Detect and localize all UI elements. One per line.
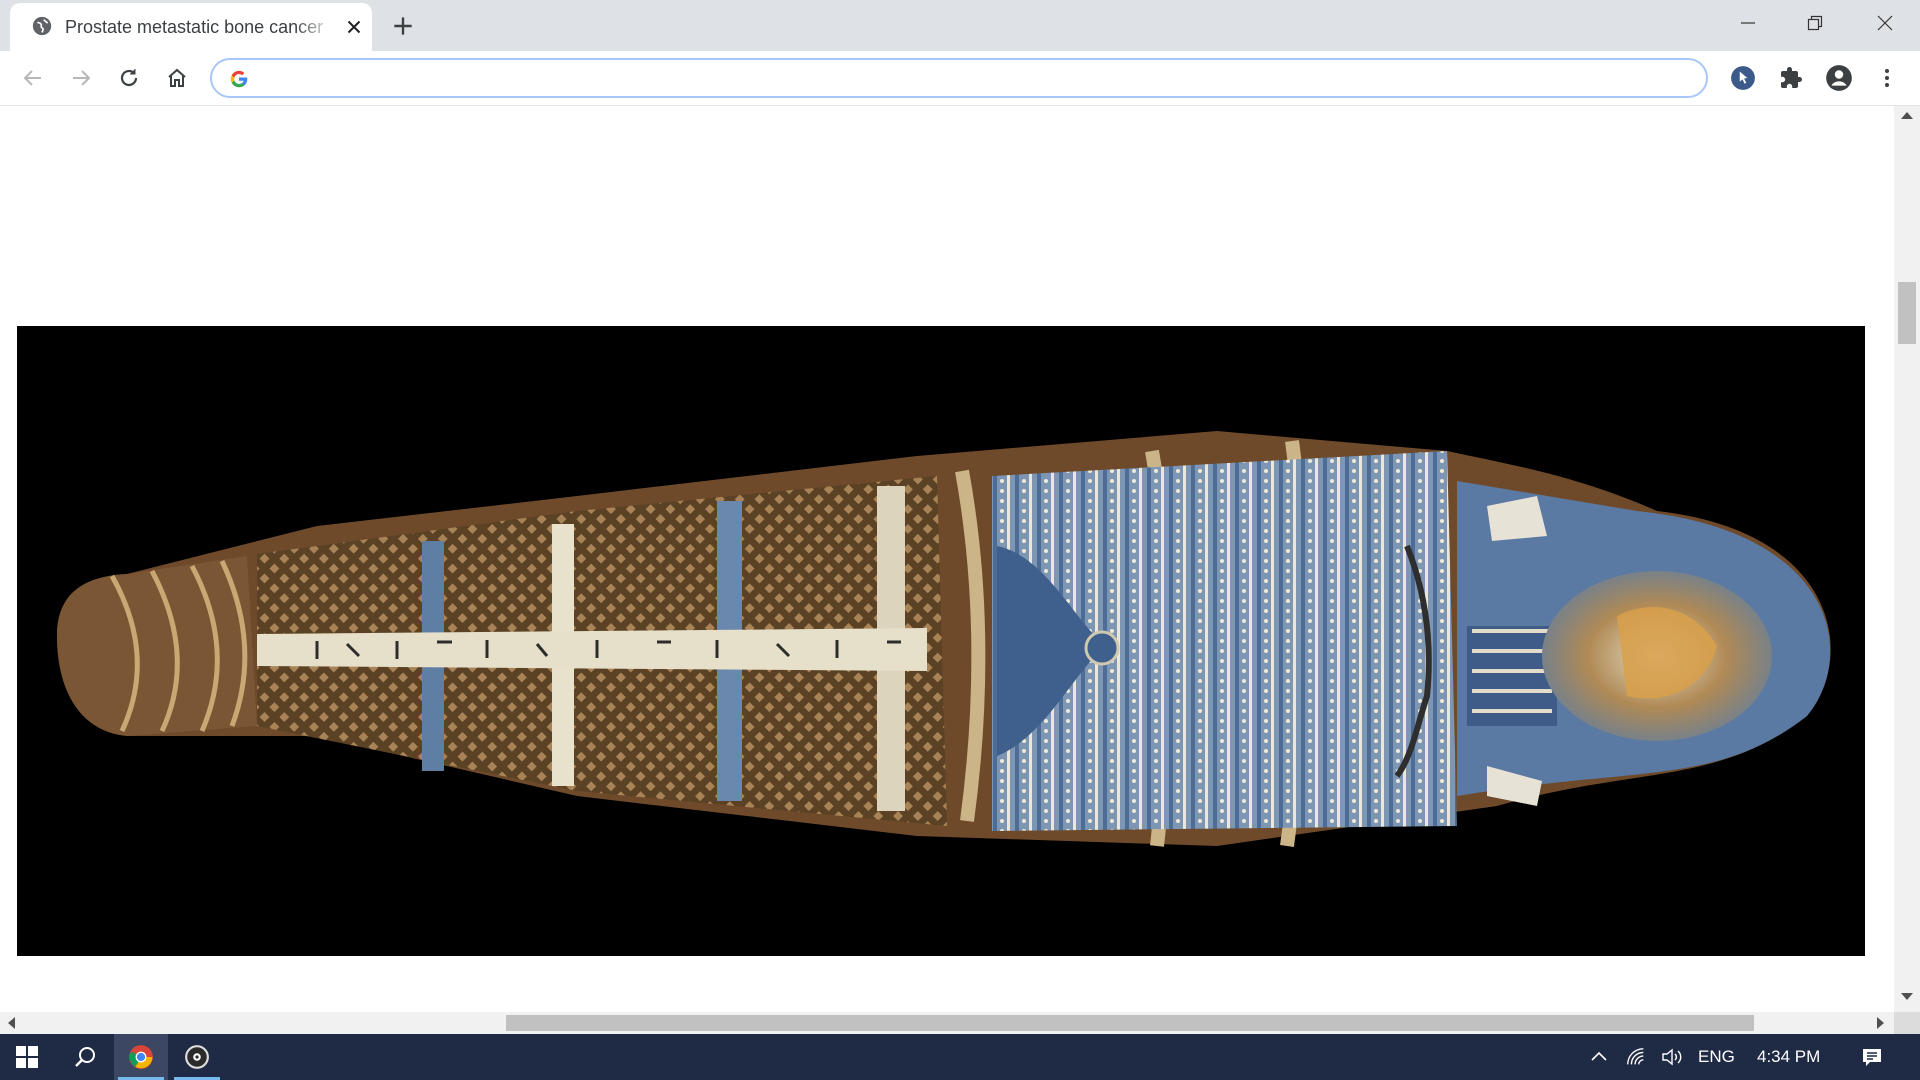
show-hidden-icons-button[interactable] (1584, 1034, 1614, 1080)
scroll-down-icon[interactable] (1901, 993, 1913, 1000)
profile-icon (1826, 65, 1852, 91)
speaker-icon (1662, 1048, 1682, 1066)
notification-icon (1863, 1049, 1881, 1066)
scroll-left-icon[interactable] (8, 1017, 15, 1029)
language-indicator[interactable]: ENG (1698, 1047, 1735, 1067)
action-center-button[interactable] (1852, 1034, 1892, 1080)
network-button[interactable] (1620, 1034, 1652, 1080)
reload-icon (120, 69, 138, 87)
tab-strip: Prostate metastatic bone cancer (0, 0, 1920, 51)
cursor-extension-icon (1731, 66, 1755, 90)
reload-button[interactable] (114, 63, 144, 93)
tab-close-icon[interactable] (343, 16, 365, 38)
mummy-illustration (57, 431, 1831, 847)
scroll-up-icon[interactable] (1901, 112, 1913, 119)
horizontal-scrollbar[interactable] (0, 1012, 1894, 1034)
home-icon (168, 68, 186, 87)
browser-toolbar (0, 51, 1920, 106)
scrollbar-corner (1894, 1012, 1920, 1034)
globe-icon (32, 16, 52, 36)
search-icon (75, 1047, 95, 1067)
arrow-left-icon (23, 70, 41, 86)
close-icon (1877, 15, 1893, 31)
taskbar-search-button[interactable] (58, 1034, 112, 1080)
new-tab-button[interactable] (390, 13, 416, 39)
scroll-right-icon[interactable] (1877, 1017, 1884, 1029)
windows-taskbar: ENG 4:34 PM (0, 1034, 1920, 1080)
browser-tab[interactable]: Prostate metastatic bone cancer (10, 3, 372, 51)
restore-button[interactable] (1785, 8, 1845, 38)
wifi-icon (1627, 1048, 1644, 1065)
more-vert-icon (1885, 69, 1889, 87)
address-input[interactable] (262, 64, 1666, 94)
arrow-right-icon (73, 70, 91, 86)
close-window-button[interactable] (1855, 8, 1915, 38)
vertical-scroll-thumb[interactable] (1898, 282, 1916, 344)
start-button[interactable] (0, 1034, 54, 1080)
home-button[interactable] (162, 63, 192, 93)
chevron-up-icon (1591, 1051, 1607, 1061)
horizontal-scroll-thumb[interactable] (506, 1015, 1754, 1031)
volume-button[interactable] (1656, 1034, 1688, 1080)
app-icon (185, 1045, 209, 1069)
forward-button[interactable] (66, 63, 96, 93)
profile-button[interactable] (1824, 63, 1854, 93)
cursor-extension-button[interactable] (1728, 63, 1758, 93)
chrome-icon (129, 1045, 153, 1069)
minimize-button[interactable] (1718, 8, 1778, 38)
google-g-icon (230, 70, 248, 88)
taskbar-chrome-button[interactable] (114, 1034, 168, 1080)
back-button[interactable] (18, 63, 48, 93)
windows-start-icon (16, 1046, 38, 1068)
minimize-icon (1741, 22, 1755, 24)
restore-icon (1807, 15, 1823, 31)
taskbar-app-button[interactable] (170, 1034, 224, 1080)
menu-button[interactable] (1872, 63, 1902, 93)
vertical-scrollbar[interactable] (1894, 106, 1920, 1012)
clock[interactable]: 4:34 PM (1757, 1047, 1820, 1067)
mummy-image (17, 326, 1865, 956)
tab-title: Prostate metastatic bone cancer (65, 17, 324, 37)
page-content (0, 106, 1894, 1012)
address-bar[interactable] (210, 58, 1708, 98)
extensions-button[interactable] (1776, 63, 1806, 93)
puzzle-icon (1781, 67, 1802, 88)
